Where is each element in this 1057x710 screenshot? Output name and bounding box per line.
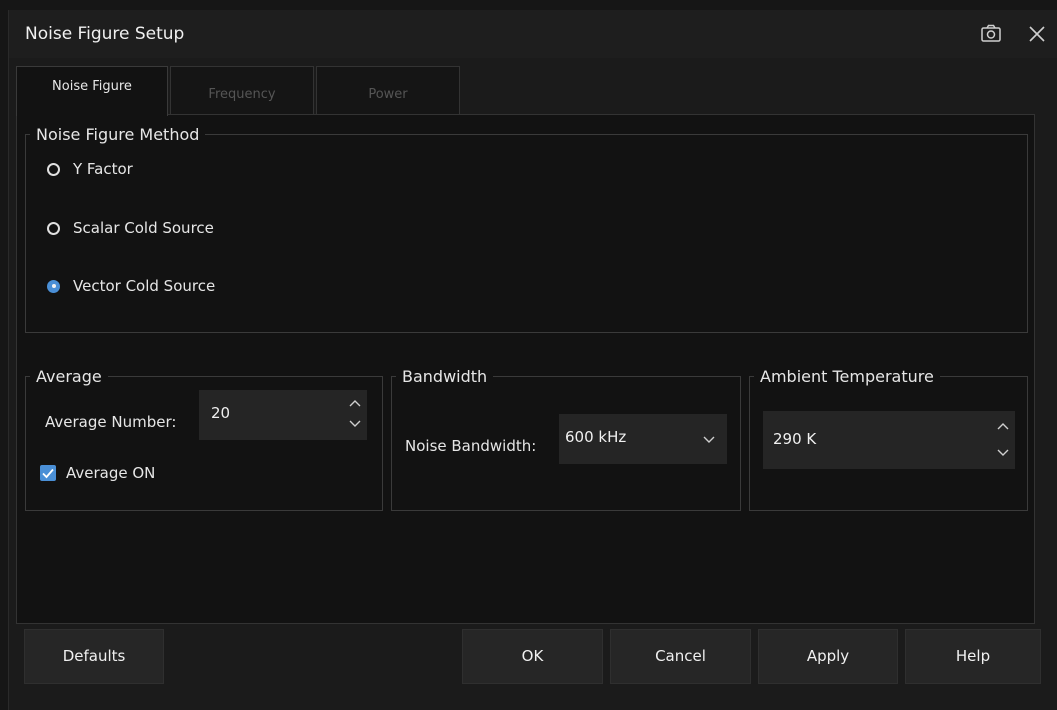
title-bar: Noise Figure Setup: [9, 10, 1057, 58]
chevron-down-icon[interactable]: [996, 448, 1010, 458]
ambient-temperature-value[interactable]: 290 K: [773, 430, 816, 448]
noise-bandwidth-label: Noise Bandwidth:: [405, 437, 537, 455]
chevron-up-icon[interactable]: [996, 421, 1010, 431]
cancel-button[interactable]: Cancel: [610, 629, 751, 684]
radio-label: Y Factor: [73, 160, 133, 178]
radio-vector-cold-source[interactable]: Vector Cold Source: [47, 275, 215, 297]
tab-frequency[interactable]: Frequency: [170, 66, 314, 115]
ok-button[interactable]: OK: [462, 629, 603, 684]
average-number-stepper[interactable]: 20: [199, 390, 367, 440]
method-legend: Noise Figure Method: [36, 125, 200, 144]
close-icon[interactable]: [1025, 22, 1049, 46]
radio-label: Vector Cold Source: [73, 277, 216, 295]
chevron-down-icon[interactable]: [702, 435, 716, 445]
average-number-value[interactable]: 20: [211, 404, 230, 422]
radio-indicator[interactable]: [47, 221, 60, 235]
radio-indicator[interactable]: [47, 162, 60, 176]
noise-bandwidth-select[interactable]: 600 kHz: [559, 414, 727, 464]
checkmark-icon: [42, 468, 54, 479]
help-button[interactable]: Help: [905, 629, 1041, 684]
noise-bandwidth-value[interactable]: 600 kHz: [565, 428, 626, 446]
radio-scalar-cold-source[interactable]: Scalar Cold Source: [47, 217, 214, 239]
apply-button[interactable]: Apply: [758, 629, 898, 684]
radio-label: Scalar Cold Source: [73, 219, 214, 237]
average-on-checkbox[interactable]: [40, 465, 56, 481]
dialog-title: Noise Figure Setup: [25, 24, 185, 44]
radio-indicator-selected[interactable]: [47, 279, 60, 293]
radio-y-factor[interactable]: Y Factor: [47, 158, 133, 180]
tab-power[interactable]: Power: [316, 66, 460, 115]
chevron-down-icon[interactable]: [348, 419, 362, 429]
tab-noise-figure[interactable]: Noise Figure: [16, 66, 168, 116]
defaults-button[interactable]: Defaults: [24, 629, 164, 684]
ambient-temperature-legend: Ambient Temperature: [760, 367, 934, 386]
chevron-up-icon[interactable]: [348, 398, 362, 408]
average-on-label[interactable]: Average ON: [66, 464, 155, 482]
ambient-temperature-stepper[interactable]: 290 K: [763, 411, 1015, 469]
camera-icon[interactable]: [979, 22, 1003, 46]
average-legend: Average: [36, 367, 102, 386]
average-number-label: Average Number:: [45, 413, 177, 431]
bandwidth-legend: Bandwidth: [402, 367, 488, 386]
